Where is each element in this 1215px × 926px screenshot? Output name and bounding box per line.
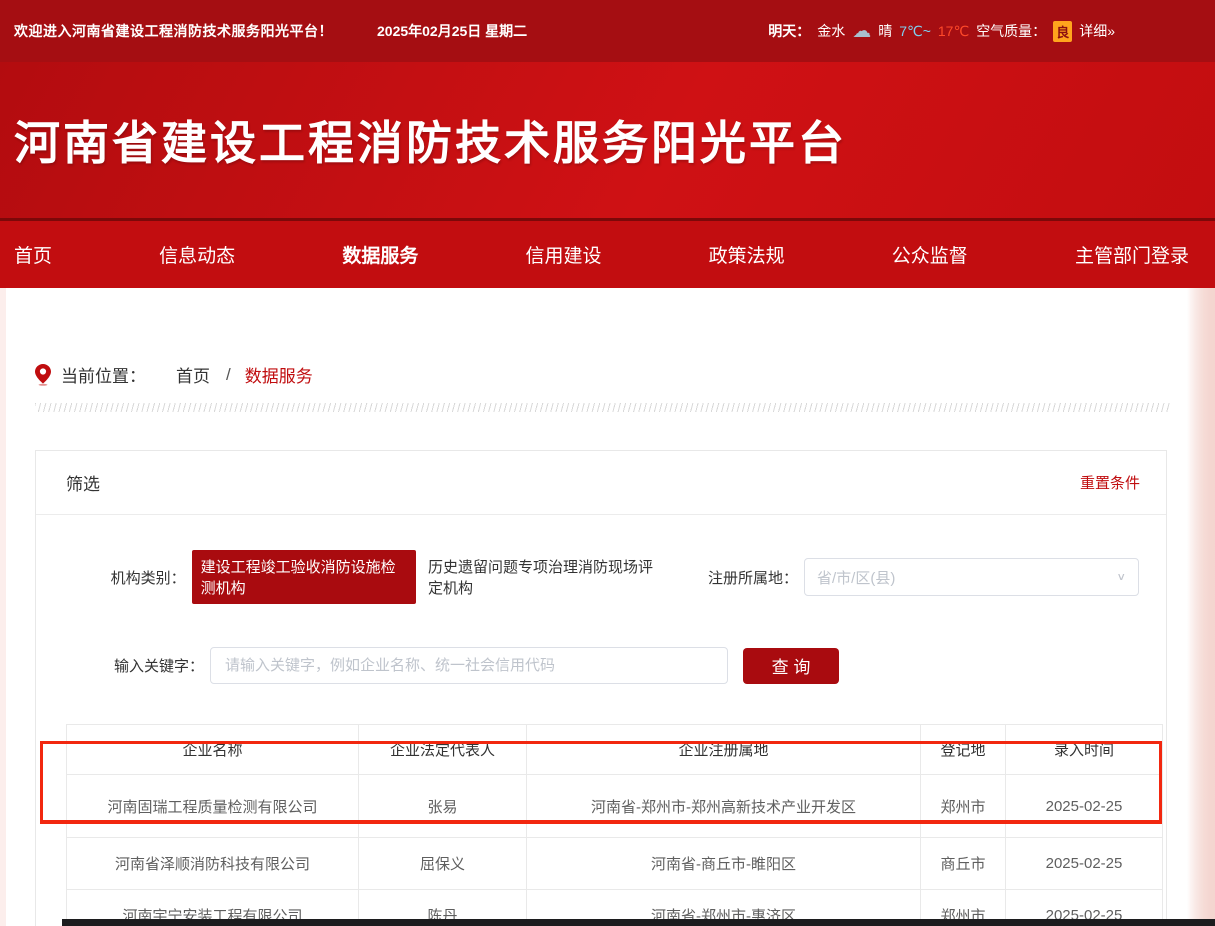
table-cell: 郑州市 (921, 775, 1006, 838)
category-options: 建设工程竣工验收消防设施检测机构历史遗留问题专项治理消防现场评定机构 (192, 550, 660, 604)
table-body: 河南固瑞工程质量检测有限公司张易河南省-郑州市-郑州高新技术产业开发区郑州市20… (67, 775, 1163, 926)
keyword-input[interactable] (210, 647, 728, 684)
table-cell: 张易 (359, 775, 527, 838)
region-select-placeholder: 省/市/区(县) (817, 567, 1116, 588)
reset-filters-link[interactable]: 重置条件 (1080, 472, 1140, 493)
bottom-dark-edge (62, 919, 1215, 926)
keyword-label: 输入关键字： (66, 655, 204, 676)
nav-item-6[interactable]: 公众监督 (892, 241, 968, 268)
nav-item-2[interactable]: 信息动态 (159, 241, 235, 268)
table-cell: 屈保义 (359, 838, 527, 890)
region-select[interactable]: 省/市/区(县) ∨ (804, 558, 1139, 596)
region-filter-group: 注册所属地： 省/市/区(县) ∨ (660, 558, 1139, 596)
nav-item-1[interactable]: 首页 (14, 241, 52, 268)
keyword-filter-row: 输入关键字： 查 询 (36, 647, 1166, 684)
nav-item-5[interactable]: 政策法规 (709, 241, 785, 268)
chevron-down-icon: ∨ (1116, 571, 1126, 584)
main-nav: 首页 信息动态 数据服务 信用建设 政策法规 公众监督 主管部门登录 (0, 218, 1215, 288)
filter-card-header: 筛选 重置条件 (36, 451, 1166, 515)
nav-item-4[interactable]: 信用建设 (525, 241, 601, 268)
main-content: 当前位置： 首页 / 数据服务 筛选 重置条件 机构类别： 建设工程竣工验收消防… (0, 288, 1215, 926)
breadcrumb-label: 当前位置： (61, 362, 146, 387)
table-cell: 河南省泽顺消防科技有限公司 (67, 838, 359, 890)
search-button[interactable]: 查 询 (743, 648, 839, 684)
location-pin-icon (35, 364, 51, 386)
table-header-cell: 企业名称 (67, 725, 359, 775)
table-header-cell: 企业法定代表人 (359, 725, 527, 775)
welcome-text: 欢迎进入河南省建设工程消防技术服务阳光平台！ (14, 21, 333, 41)
slash-divider (35, 403, 1170, 412)
filter-title: 筛选 (66, 470, 100, 495)
table-header-cell: 登记地 (921, 725, 1006, 775)
breadcrumb-current-link[interactable]: 数据服务 (245, 362, 313, 387)
nav-item-7[interactable]: 主管部门登录 (1075, 241, 1189, 268)
cloud-icon: ☁ (852, 22, 871, 41)
aqi-badge: 良 (1053, 21, 1072, 42)
weather-condition: 晴 (878, 21, 892, 41)
category-label: 机构类别： (66, 567, 186, 588)
table-cell: 2025-02-25 (1006, 838, 1163, 890)
table-cell: 河南省-郑州市-郑州高新技术产业开发区 (527, 775, 921, 838)
temp-high: 17℃ (938, 23, 969, 40)
category-option-2[interactable]: 历史遗留问题专项治理消防现场评定机构 (428, 556, 660, 598)
table-row-1: 河南固瑞工程质量检测有限公司张易河南省-郑州市-郑州高新技术产业开发区郑州市20… (67, 775, 1163, 838)
table-cell: 河南固瑞工程质量检测有限公司 (67, 775, 359, 838)
weather-widget: 明天： 金水 ☁ 晴 7℃~ 17℃ 空气质量： 良 详细» (768, 21, 1115, 42)
weather-location: 金水 (817, 21, 845, 41)
table-cell: 商丘市 (921, 838, 1006, 890)
breadcrumb: 当前位置： 首页 / 数据服务 (0, 288, 1215, 387)
weather-detail-link[interactable]: 详细» (1079, 21, 1115, 41)
table-header-cell: 录入时间 (1006, 725, 1163, 775)
breadcrumb-home-link[interactable]: 首页 (176, 362, 210, 387)
weather-label: 明天： (768, 21, 810, 41)
temp-low: 7℃~ (899, 23, 931, 40)
table-row-2: 河南省泽顺消防科技有限公司屈保义河南省-商丘市-睢阳区商丘市2025-02-25 (67, 838, 1163, 890)
aqi-label: 空气质量： (976, 21, 1046, 41)
category-filter-row: 机构类别： 建设工程竣工验收消防设施检测机构历史遗留问题专项治理消防现场评定机构… (36, 550, 1166, 604)
date-text: 2025年02月25日 星期二 (377, 21, 527, 41)
table-cell: 河南省-商丘市-睢阳区 (527, 838, 921, 890)
table-header-cell: 企业注册属地 (527, 725, 921, 775)
table-cell: 2025-02-25 (1006, 775, 1163, 838)
filter-card: 筛选 重置条件 机构类别： 建设工程竣工验收消防设施检测机构历史遗留问题专项治理… (35, 450, 1167, 926)
top-bar: 欢迎进入河南省建设工程消防技术服务阳光平台！ 2025年02月25日 星期二 明… (0, 0, 1215, 62)
region-label: 注册所属地： (660, 567, 798, 588)
breadcrumb-separator: / (226, 365, 231, 385)
category-option-1[interactable]: 建设工程竣工验收消防设施检测机构 (192, 550, 416, 604)
nav-item-3[interactable]: 数据服务 (342, 241, 418, 268)
site-title: 河南省建设工程消防技术服务阳光平台 (14, 107, 847, 173)
results-table: 企业名称企业法定代表人企业注册属地登记地录入时间 河南固瑞工程质量检测有限公司张… (66, 724, 1163, 926)
table-header-row: 企业名称企业法定代表人企业注册属地登记地录入时间 (67, 725, 1163, 775)
site-banner: 河南省建设工程消防技术服务阳光平台 (0, 62, 1215, 218)
page: 欢迎进入河南省建设工程消防技术服务阳光平台！ 2025年02月25日 星期二 明… (0, 0, 1215, 926)
